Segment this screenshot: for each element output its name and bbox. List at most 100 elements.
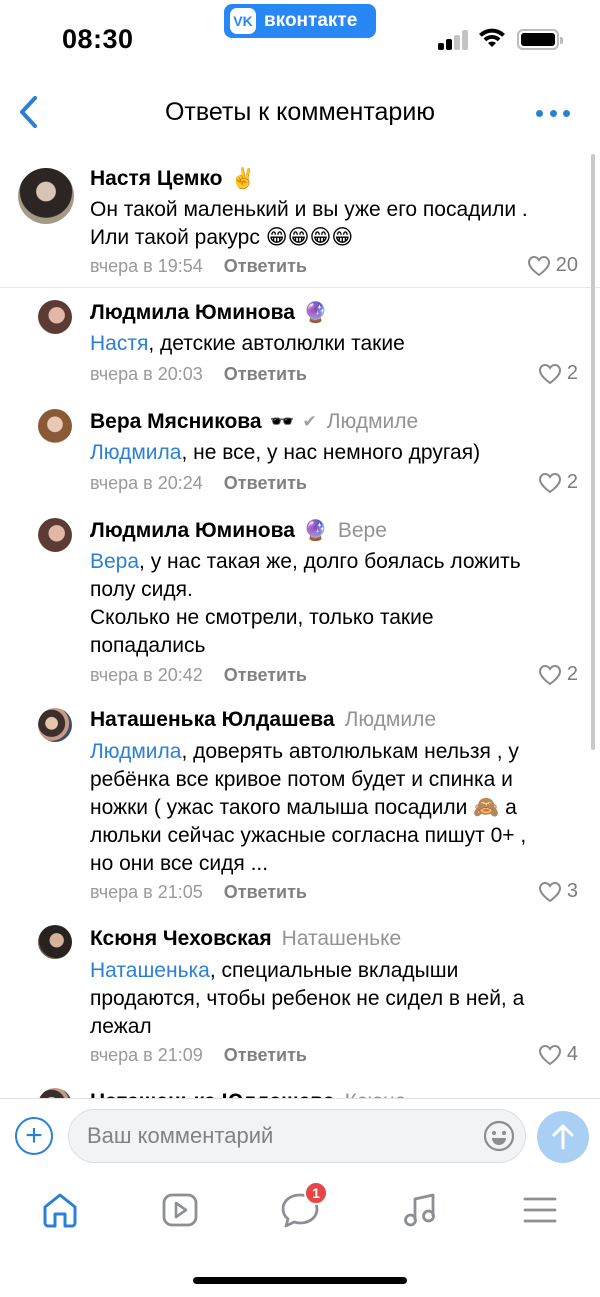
like-count: 2 — [566, 471, 578, 493]
comment-author[interactable]: Настя Цемко ✌️ — [90, 166, 255, 191]
comment-meta: вчера в 21:09 Ответить — [90, 1045, 307, 1066]
avatar[interactable] — [38, 925, 72, 959]
like-button[interactable]: 3 — [538, 880, 578, 903]
author-badge-icon: 🕶️ — [269, 411, 295, 433]
status-bar: 08:30 VK вконтакте — [0, 0, 600, 80]
comment-author[interactable]: Наташенька Юлдашева Ксюне — [90, 1090, 406, 1098]
author-name: Людмила Юминова — [90, 300, 295, 324]
tab-home[interactable] — [38, 1188, 82, 1232]
reply-button[interactable]: Ответить — [224, 665, 307, 685]
comment-author[interactable]: Вера Мясникова 🕶️ ✔ Людмиле — [90, 409, 418, 434]
comment-time: вчера в 20:24 — [90, 473, 203, 493]
scrollbar[interactable] — [591, 154, 595, 750]
comment-author[interactable]: Наташенька Юлдашева Людмиле — [90, 708, 436, 732]
comment-meta: вчера в 19:54 Ответить — [90, 256, 307, 277]
comment-text: Настя, детские автолюлки такие — [90, 332, 405, 355]
heart-icon — [527, 255, 550, 276]
comment-text: Людмила, доверять автолюлькам нельзя , у… — [90, 740, 527, 875]
comment-time: вчера в 20:03 — [90, 364, 203, 384]
more-options-button[interactable] — [536, 106, 570, 120]
comment-meta: вчера в 20:42 Ответить — [90, 665, 307, 686]
reply-button[interactable]: Ответить — [224, 1045, 307, 1065]
avatar[interactable] — [38, 708, 72, 742]
comment-input-wrap — [68, 1109, 526, 1163]
comments-list[interactable]: Настя Цемко ✌️ Он такой маленький и вы у… — [0, 148, 600, 1098]
battery-icon — [517, 29, 563, 50]
avatar[interactable] — [38, 300, 72, 334]
like-button[interactable]: 2 — [538, 471, 578, 494]
like-button[interactable]: 20 — [527, 254, 578, 277]
mention-link[interactable]: Вера — [90, 550, 139, 573]
reply-button[interactable]: Ответить — [224, 256, 307, 276]
author-badge-icon: 🔮 — [302, 302, 328, 324]
avatar[interactable] — [18, 168, 74, 224]
reply-to[interactable]: Людмиле — [345, 708, 436, 732]
comment-time: вчера в 20:42 — [90, 665, 203, 685]
mention-link[interactable]: Людмила — [90, 441, 181, 464]
reply-button[interactable]: Ответить — [224, 473, 307, 493]
author-name: Наташенька Юлдашева — [90, 1090, 335, 1098]
comment-time: вчера в 21:05 — [90, 882, 203, 902]
tab-bar: 1 — [0, 1176, 600, 1246]
tab-music[interactable] — [398, 1188, 442, 1232]
page-title: Ответы к комментарию — [164, 98, 436, 126]
home-indicator[interactable] — [193, 1277, 407, 1284]
comment-author[interactable]: Ксюня Чеховская Наташеньке — [90, 927, 401, 951]
author-name: Ксюня Чеховская — [90, 927, 272, 950]
comment-meta: вчера в 20:24 Ответить — [90, 473, 307, 494]
heart-icon — [538, 363, 561, 384]
mention-link[interactable]: Наташенька — [90, 959, 210, 982]
avatar[interactable] — [38, 1088, 72, 1098]
like-count: 4 — [566, 1043, 578, 1065]
music-icon — [404, 1193, 435, 1227]
comment-text: Людмила, не все, у нас немного другая) — [90, 441, 481, 464]
send-button[interactable] — [537, 1111, 589, 1163]
header: Ответы к комментарию — [0, 80, 600, 146]
heart-icon — [538, 1044, 561, 1065]
reply-to[interactable]: Ксюне — [345, 1090, 407, 1098]
comment-author[interactable]: Людмила Юминова 🔮 Вере — [90, 518, 387, 543]
tab-menu[interactable] — [518, 1188, 562, 1232]
reply-button[interactable]: Ответить — [224, 364, 307, 384]
tab-video[interactable] — [158, 1188, 202, 1232]
vk-app-pill[interactable]: VK вконтакте — [224, 4, 376, 38]
avatar[interactable] — [38, 518, 72, 552]
attach-button[interactable]: + — [15, 1117, 53, 1155]
comment-time: вчера в 19:54 — [90, 256, 203, 276]
comment-text: Он такой маленький и вы уже его посадили… — [90, 198, 528, 249]
mention-link[interactable]: Настя — [90, 332, 148, 355]
vk-app-label: вконтакте — [264, 10, 358, 31]
reply-to[interactable]: Людмиле — [327, 410, 418, 434]
like-button[interactable]: 2 — [538, 663, 578, 686]
plus-icon: + — [25, 1119, 43, 1152]
checkmark-icon: ✔ — [302, 411, 317, 431]
menu-icon — [523, 1197, 557, 1223]
emoji-icon[interactable] — [483, 1120, 515, 1152]
author-name: Наташенька Юлдашева — [90, 708, 335, 731]
status-time: 08:30 — [62, 24, 134, 54]
avatar[interactable] — [38, 409, 72, 443]
like-button[interactable]: 2 — [538, 362, 578, 385]
comment-composer: + — [0, 1098, 600, 1176]
comment-author[interactable]: Людмила Юминова 🔮 — [90, 300, 328, 325]
arrow-up-icon — [552, 1124, 574, 1150]
video-icon — [162, 1193, 198, 1227]
mention-link[interactable]: Людмила — [90, 740, 181, 763]
wifi-icon — [479, 28, 505, 47]
author-name: Настя Цемко — [90, 166, 223, 190]
like-count: 2 — [566, 362, 578, 384]
heart-icon — [538, 881, 561, 902]
reply-to[interactable]: Вере — [338, 519, 387, 543]
reply-button[interactable]: Ответить — [224, 882, 307, 902]
vk-logo-icon: VK — [230, 8, 256, 34]
reply-to[interactable]: Наташеньке — [282, 927, 402, 951]
comment-input[interactable] — [87, 1110, 477, 1162]
comment-time: вчера в 21:09 — [90, 1045, 203, 1065]
like-count: 3 — [566, 880, 578, 902]
like-button[interactable]: 4 — [538, 1043, 578, 1066]
like-count: 2 — [566, 663, 578, 685]
tab-messages[interactable]: 1 — [278, 1181, 328, 1232]
heart-icon — [538, 472, 561, 493]
heart-icon — [538, 664, 561, 685]
divider — [0, 287, 600, 288]
